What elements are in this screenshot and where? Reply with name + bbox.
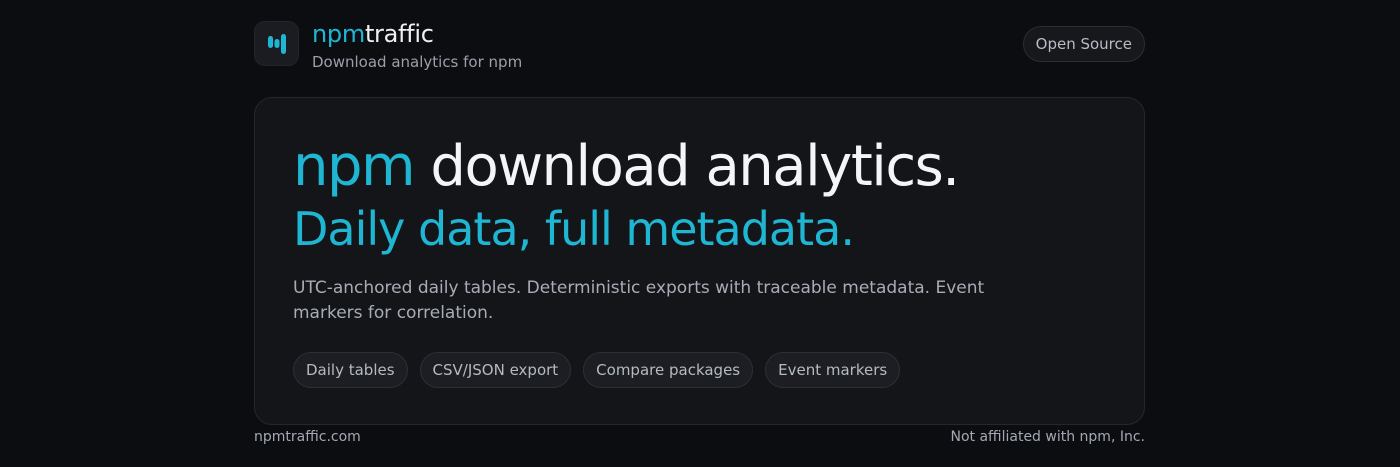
logo[interactable]: [254, 21, 299, 66]
hero-title-rest: download analytics.: [430, 134, 960, 199]
chip-event-markers: Event markers: [765, 352, 901, 388]
bar-chart-icon: [267, 33, 286, 54]
hero-description: UTC-anchored daily tables. Deterministic…: [293, 278, 985, 323]
chip-csv-json-export: CSV/JSON export: [419, 352, 572, 388]
hero-title-accent: npm: [293, 134, 416, 199]
footer-domain[interactable]: npmtraffic.com: [254, 427, 361, 447]
brand-npm: npm: [312, 20, 365, 48]
open-source-button[interactable]: Open Source: [1022, 26, 1145, 62]
page-container: npmtraffic Download analytics for npm Op…: [254, 0, 1145, 467]
chip-daily-tables: Daily tables: [293, 352, 408, 388]
hero-subtitle: Daily data, full metadata.: [293, 202, 855, 256]
feature-chips: Daily tables CSV/JSON export Compare pac…: [293, 352, 901, 388]
brand-name[interactable]: npmtraffic: [312, 18, 434, 50]
brand-traffic: traffic: [364, 20, 434, 48]
chip-compare-packages: Compare packages: [583, 352, 754, 388]
hero-title: npm download analytics.: [293, 134, 960, 200]
footer-disclaimer: Not affiliated with npm, Inc.: [950, 429, 1146, 445]
tagline: Download analytics for npm: [312, 53, 523, 71]
hero-card: npm download analytics. Daily data, full…: [254, 97, 1145, 425]
